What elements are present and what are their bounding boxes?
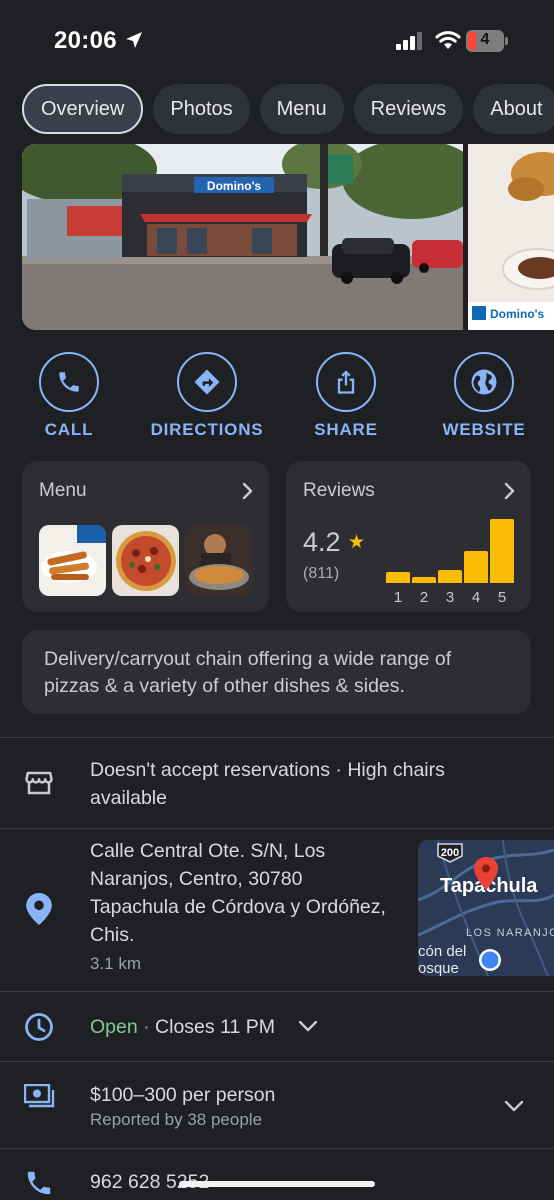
pizza-photo-thumbnail[interactable] — [112, 525, 179, 596]
chevron-right-icon — [242, 482, 253, 500]
tab-overview[interactable]: Overview — [22, 84, 144, 134]
clock: 20:06 — [54, 27, 117, 54]
chevron-down-icon[interactable] — [503, 1098, 525, 1114]
rating-histogram: 12345 — [386, 511, 516, 611]
star-icon: ★ — [348, 532, 366, 553]
phone-icon — [27, 1171, 51, 1195]
price-text: $100–300 per person — [90, 1084, 276, 1106]
histogram-bar-3 — [438, 570, 462, 583]
battery-level: 4 — [480, 31, 490, 48]
my-location-dot — [481, 951, 499, 969]
storefront-sign: Domino's — [207, 179, 262, 193]
phone-icon — [59, 372, 79, 392]
divider — [0, 1061, 554, 1062]
map-partial-label-line1: cón del — [418, 943, 466, 960]
tab-reviews[interactable]: Reviews — [353, 84, 464, 134]
histogram-label-4: 4 — [471, 589, 481, 606]
chevron-right-icon — [504, 482, 515, 500]
location-arrow-icon — [126, 32, 142, 48]
histogram-label-3: 3 — [445, 589, 455, 606]
menu-card[interactable]: Menu — [22, 461, 269, 612]
divider — [0, 737, 554, 738]
average-rating: 4.2 — [303, 527, 341, 557]
reviews-card-title: Reviews — [303, 480, 375, 501]
wifi-icon — [435, 31, 461, 49]
address-text: Calle Central Ote. S/N, Los Naranjos, Ce… — [90, 840, 386, 946]
call-button[interactable]: CALL — [9, 352, 129, 440]
share-label: SHARE — [314, 420, 378, 439]
amenities-text: Doesn't accept reservations · High chair… — [90, 759, 445, 809]
clock-icon — [25, 1013, 53, 1041]
website-label: WEBSITE — [442, 420, 526, 439]
closing-time: Closes 11 PM — [155, 1016, 275, 1038]
call-label: CALL — [44, 420, 94, 439]
directions-label: DIRECTIONS — [150, 420, 264, 439]
map-highway-label: 200 — [441, 847, 459, 859]
place-description: Delivery/carryout chain offering a wide … — [22, 630, 531, 714]
histogram-label-5: 5 — [497, 589, 507, 606]
home-indicator[interactable] — [179, 1181, 375, 1187]
divider — [0, 1148, 554, 1149]
histogram-bar-5 — [490, 519, 514, 583]
divider — [0, 828, 554, 829]
map-partial-label-line2: osque — [418, 960, 459, 976]
share-button[interactable]: SHARE — [286, 352, 406, 440]
photo-strip: Domino's Domino's — [22, 144, 554, 330]
food-photo[interactable]: Domino's — [468, 144, 554, 330]
price-reported-text: Reported by 38 people — [90, 1110, 263, 1129]
map-area-label: LOS NARANJO — [466, 927, 554, 939]
histogram-bar-4 — [464, 551, 488, 583]
action-buttons: CALL DIRECTIONS SHARE WEBSITE — [0, 352, 554, 442]
tab-about[interactable]: About — [473, 84, 554, 134]
cellular-signal-icon — [396, 32, 422, 50]
directions-button[interactable]: DIRECTIONS — [147, 352, 267, 440]
dish-photo-thumbnail[interactable] — [185, 525, 252, 596]
histogram-label-2: 2 — [419, 589, 429, 606]
hours-separator: · — [143, 1016, 150, 1038]
battery-icon: 4 — [466, 30, 508, 52]
chevron-down-icon[interactable] — [297, 1018, 319, 1034]
menu-card-title: Menu — [39, 480, 87, 501]
money-icon — [24, 1084, 55, 1108]
reviews-card[interactable]: Reviews 4.2 ★ (811) 12345 — [286, 461, 531, 612]
histogram-label-1: 1 — [393, 589, 403, 606]
review-count: (811) — [303, 565, 340, 582]
status-bar: 20:06 4 — [0, 0, 554, 80]
menu-photo-thumbnail[interactable] — [39, 525, 106, 596]
website-button[interactable]: WEBSITE — [424, 352, 544, 440]
food-photo-logo-text: Domino's — [490, 307, 545, 321]
open-status: Open — [90, 1016, 138, 1038]
tab-photos[interactable]: Photos — [153, 84, 250, 134]
storefront-photo[interactable]: Domino's — [22, 144, 463, 330]
tab-menu[interactable]: Menu — [259, 84, 344, 134]
storefront-icon — [25, 771, 53, 795]
divider — [0, 991, 554, 992]
histogram-bar-1 — [386, 572, 410, 583]
globe-icon — [471, 369, 497, 395]
share-icon — [337, 370, 355, 394]
place-tabs: Overview Photos Menu Reviews About — [22, 84, 554, 136]
distance-text: 3.1 km — [90, 954, 142, 973]
map-thumbnail[interactable]: 200 Tapachula LOS NARANJO cón del osque — [418, 840, 554, 976]
histogram-bar-2 — [412, 577, 436, 583]
location-pin-icon — [26, 893, 52, 925]
directions-icon — [194, 369, 220, 395]
